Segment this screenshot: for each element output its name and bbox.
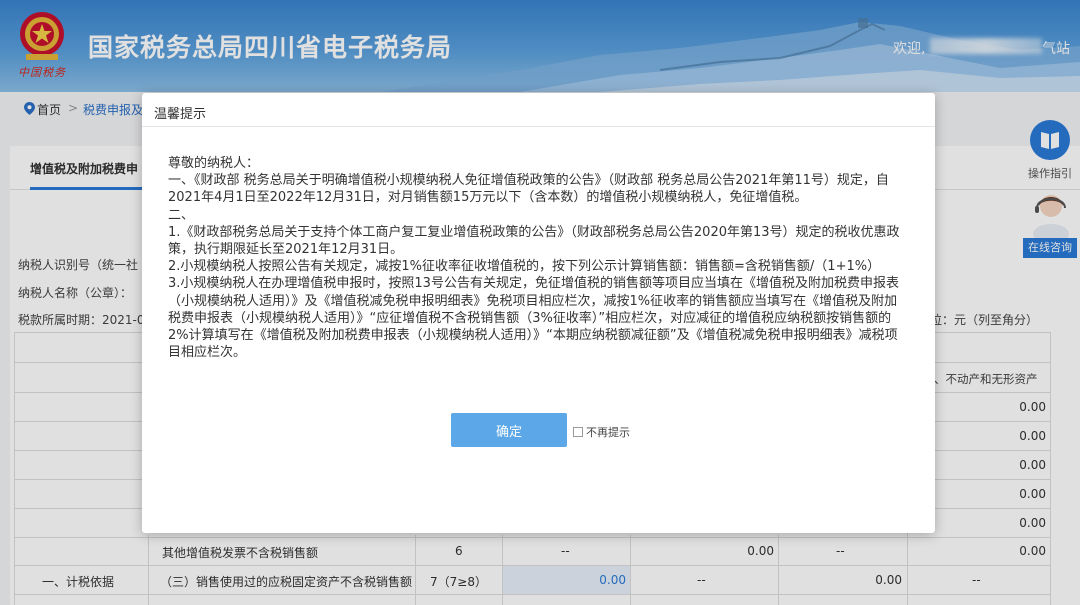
confirm-button[interactable]: 确定 bbox=[451, 413, 567, 447]
salutation: 尊敬的纳税人： bbox=[168, 156, 260, 171]
dont-show-again-checkbox[interactable] bbox=[573, 427, 583, 437]
dont-show-again-option[interactable]: 不再提示 bbox=[573, 424, 630, 440]
notice-paragraph: 3.小规模纳税人在办理增值税申报时，按照13号公告有关规定，免征增值税的销售额等… bbox=[168, 276, 899, 361]
notice-paragraph: 2.小规模纳税人按照公告有关规定，减按1%征收率征收增值税的，按下列公示计算销售… bbox=[168, 259, 881, 275]
dont-show-again-label: 不再提示 bbox=[586, 426, 630, 439]
notice-paragraph: 一、《财政部 税务总局关于明确增值税小规模纳税人免征增值税政策的公告》（财政部 … bbox=[168, 173, 889, 206]
dialog-title: 温馨提示 bbox=[154, 107, 207, 122]
dialog-body: 尊敬的纳税人： 一、《财政部 税务总局关于明确增值税小规模纳税人免征增值税政策的… bbox=[168, 155, 908, 361]
notice-paragraph: 1.《财政部税务总局关于支持个体工商户复工复业增值税政策的公告》（财政部税务总局… bbox=[168, 224, 900, 258]
notice-dialog: 温馨提示 尊敬的纳税人： 一、《财政部 税务总局关于明确增值税小规模纳税人免征增… bbox=[142, 93, 935, 533]
notice-paragraph: 二、 bbox=[168, 207, 195, 223]
dialog-header: 温馨提示 bbox=[142, 93, 935, 127]
